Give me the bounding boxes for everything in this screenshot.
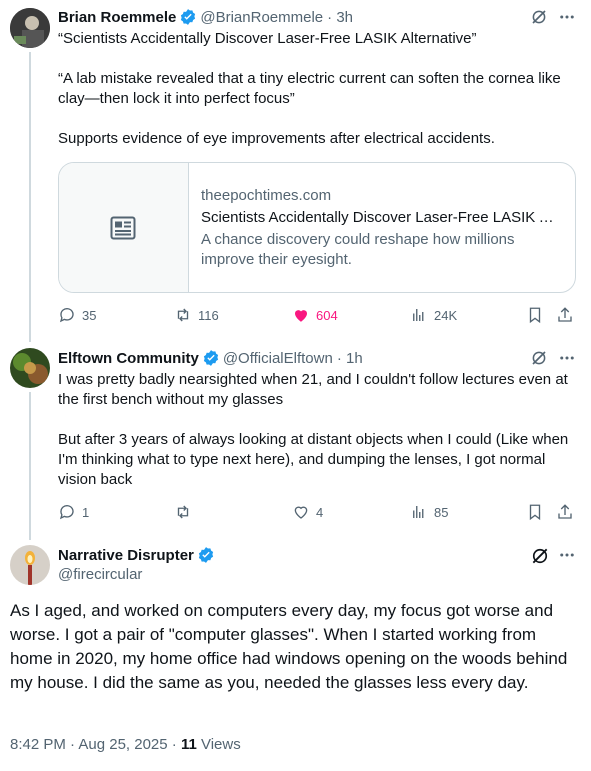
avatar[interactable] <box>10 8 50 48</box>
display-name[interactable]: Brian Roemmele <box>58 9 176 26</box>
author-name-row: Narrative Disrupter <box>58 546 218 564</box>
bookmark-icon[interactable] <box>526 503 544 521</box>
like-button[interactable]: 604 <box>292 305 338 325</box>
share-icon[interactable] <box>556 306 574 324</box>
article-icon <box>110 216 136 240</box>
tweet-paragraph: But after 3 years of always looking at d… <box>58 431 569 488</box>
post-timestamp[interactable]: 8:42 PM · Aug 25, 2025 · <box>10 736 181 753</box>
reply-icon <box>59 308 74 323</box>
avatar-image <box>10 348 50 388</box>
repost-icon <box>177 505 189 519</box>
views-total: 11 <box>180 736 197 753</box>
avatar-image <box>10 8 50 48</box>
like-count: 604 <box>316 307 338 323</box>
views-count: 85 <box>434 504 449 520</box>
handle[interactable]: @firecircular <box>58 566 142 583</box>
tweet-paragraph: “A lab mistake revealed that a tiny elec… <box>58 70 561 107</box>
display-name[interactable]: Elftown Community <box>58 350 199 367</box>
tweet-text: I was pretty badly nearsighted when 21, … <box>58 370 572 490</box>
like-count: 4 <box>316 504 324 520</box>
repost-icon <box>177 308 189 322</box>
tweet-brian-roemmele[interactable]: Brian Roemmele @BrianRoemmele · 3h “Scie… <box>0 0 591 342</box>
thread-line <box>29 52 31 342</box>
tweet-header: Brian Roemmele @BrianRoemmele · 3h <box>58 8 353 26</box>
grok-icon[interactable] <box>530 349 548 367</box>
views-count: 24K <box>434 307 458 323</box>
verified-badge-icon <box>198 547 214 563</box>
timestamp[interactable]: · 3h <box>327 9 353 26</box>
grok-icon[interactable] <box>530 8 548 26</box>
reply-button[interactable]: 35 <box>58 305 96 325</box>
grok-icon[interactable] <box>530 546 550 566</box>
bookmark-icon[interactable] <box>526 306 544 324</box>
more-options-icon[interactable] <box>558 349 576 367</box>
card-description: A chance discovery could reshape how mil… <box>201 231 515 268</box>
more-options-icon[interactable] <box>558 8 576 26</box>
avatar[interactable] <box>10 545 50 585</box>
verified-badge-icon <box>181 9 196 25</box>
views-icon <box>413 309 424 321</box>
repost-button[interactable] <box>174 502 198 522</box>
reply-count: 35 <box>82 307 97 323</box>
reply-button[interactable]: 1 <box>58 502 89 522</box>
avatar[interactable] <box>10 348 50 388</box>
views-icon <box>413 506 424 518</box>
views-label: Views <box>196 736 241 753</box>
card-thumbnail <box>59 163 189 292</box>
action-bar: 35 116 604 24K <box>58 305 578 325</box>
repost-count: 116 <box>198 307 219 323</box>
tweet-meta: 8:42 PM · Aug 25, 2025 · 11 Views <box>10 736 241 753</box>
action-bar: 1 4 85 <box>58 502 578 522</box>
views-button[interactable]: 24K <box>410 305 457 325</box>
avatar-image <box>10 545 50 585</box>
link-card[interactable]: theepochtimes.com Scientists Accidentall… <box>58 162 576 293</box>
heart-filled-icon <box>295 310 307 322</box>
tweet-header: Elftown Community @OfficialElftown · 1h <box>58 349 363 367</box>
verified-badge-icon <box>203 350 218 366</box>
more-options-icon[interactable] <box>558 546 576 564</box>
handle[interactable]: @BrianRoemmele <box>200 9 323 26</box>
tweet-elftown-community[interactable]: Elftown Community @OfficialElftown · 1h … <box>0 342 591 540</box>
handle-row: @firecircular <box>58 566 142 583</box>
tweet-text: “Scientists Accidentally Discover Laser-… <box>58 29 568 149</box>
reply-icon <box>59 505 74 520</box>
tweet-paragraph: Supports evidence of eye improvements af… <box>58 130 495 147</box>
share-icon[interactable] <box>556 503 574 521</box>
thread-line <box>29 392 31 540</box>
tweet-paragraph: “Scientists Accidentally Discover Laser-… <box>58 30 477 47</box>
card-domain: theepochtimes.com <box>201 187 332 204</box>
main-tweet-text: As I aged, and worked on computers every… <box>10 601 568 692</box>
timestamp[interactable]: · 1h <box>337 350 363 367</box>
main-tweet: Narrative Disrupter @firecircular As I a… <box>0 540 591 771</box>
handle[interactable]: @OfficialElftown <box>223 350 333 367</box>
like-button[interactable]: 4 <box>292 502 323 522</box>
tweet-paragraph: I was pretty badly nearsighted when 21, … <box>58 371 568 408</box>
card-title: Scientists Accidentally Discover Laser-F… <box>201 209 563 226</box>
repost-button[interactable]: 116 <box>174 305 219 325</box>
reply-count: 1 <box>82 504 90 520</box>
display-name[interactable]: Narrative Disrupter <box>58 547 194 564</box>
heart-icon <box>294 506 308 519</box>
views-button[interactable]: 85 <box>410 502 448 522</box>
